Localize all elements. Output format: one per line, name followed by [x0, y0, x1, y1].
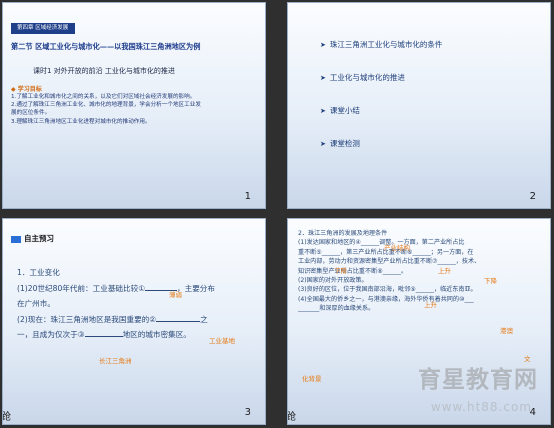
menu-item[interactable]: ➤ 课堂小结 [320, 105, 360, 116]
slide-4[interactable]: 2．珠江三角洲的发展及地理条件 (1)发达国家和地区的④______调整。一方面… [288, 219, 550, 424]
answer-text: 上升 [424, 301, 437, 309]
answer-text: 港澳 [500, 327, 513, 335]
text-span: (2)现在：珠江三角洲地区是我国重要的② [17, 314, 157, 324]
answer-text: 下降 [484, 277, 497, 285]
text-line: 重不断⑤______，第三产业所占比重不断⑥______；另一方面，在 [298, 248, 474, 256]
answer-text: 化背景 [302, 375, 322, 383]
site-watermark: 育星教育网 [418, 367, 538, 393]
text-span: ，主要分布 [177, 283, 215, 293]
text-line: (1)发达国家和地区的④______调整。一方面，第二产业所占比 [298, 239, 465, 247]
goal-item: 1.了解工业化和城市化之间的关系，以及它们对区域社会经济发展的影响。 [11, 94, 196, 100]
arrow-icon: ➤ [320, 41, 326, 49]
text-line: (2)现在：珠江三角洲地区是我国重要的② 之 [17, 312, 257, 328]
text-line: 1．工业变化 [17, 268, 60, 277]
slide-2[interactable]: ➤ 珠江三角洲工业化与城市化的条件 ➤ 工业化与城市化的推进 ➤ 课堂小结 ➤ 课堂检测… [288, 3, 550, 208]
fill-blank[interactable] [84, 336, 123, 337]
heading-marker-icon [11, 235, 21, 243]
text-span: 一，且成为仅次于③ [17, 330, 85, 339]
text-span: (1)20世纪80年代前：工业基础比较① [17, 283, 146, 293]
goals-list: 1.了解工业化和城市化之间的关系，以及它们对区域社会经济发展的影响。 2.通过了… [11, 93, 257, 126]
answer-text: 下降 [334, 267, 347, 275]
answer-text: 工业基地 [209, 337, 235, 345]
slide-number: 1 [244, 191, 251, 202]
text-line: (4)全国最大的侨乡之一，与港澳亲缘，海外华侨有着共同的⑩___ [298, 295, 474, 303]
slide-subtitle: 课时1 对外开放的前沿 工业化与城市化的推进 [33, 67, 175, 75]
site-watermark-url: www.ht88.com [430, 400, 532, 414]
goal-item: 展的区位条件。 [11, 110, 51, 117]
answer-text: 上升 [438, 267, 451, 275]
corner-glyph: 跄 [3, 412, 11, 423]
answer-text: 产业结构 [384, 244, 410, 252]
menu-item-label: 珠江三角洲工业化与城市化的条件 [329, 40, 443, 49]
slide-1[interactable]: 第四章 区域经济发展 第二节 区域工业化与城市化——以我国珠江三角洲地区为例 课… [3, 3, 265, 208]
answer-text: 薄弱 [169, 291, 182, 299]
text-line: _______和深厚的血缘关系。 [298, 305, 375, 313]
arrow-icon: ➤ [320, 107, 326, 115]
slide-3[interactable]: 自主预习 1．工业变化 (1)20世纪80年代前：工业基础比较① ，主要分布 在广… [3, 219, 265, 424]
slide-title: 第二节 区域工业化与城市化——以我国珠江三角洲地区为例 [11, 42, 201, 51]
section-heading-label: 自主预习 [24, 234, 54, 243]
slide-number: 4 [529, 407, 536, 418]
menu-item-label: 课堂检测 [329, 139, 360, 148]
corner-glyph: 跄 [288, 412, 296, 423]
arrow-icon: ➤ [320, 74, 326, 82]
menu-item[interactable]: ➤ 珠江三角洲工业化与城市化的条件 [320, 39, 442, 50]
text-line: (2)国家的对外开放政策。 [298, 277, 368, 285]
goal-item: 3.理解珠江三角洲地区工业化进程对城市化的推动作用。 [11, 118, 151, 125]
goal-item: 2.通过了解珠江三角洲工业化、城市化的地理背景，学会分析一个地区工业发 [11, 102, 201, 109]
text-line: (3)良好的区位，位于我国南部沿海，毗邻⑨______，临近东南亚。 [298, 286, 477, 294]
chapter-badge: 第四章 区域经济发展 [11, 23, 75, 34]
goals-heading: ◆ 学习目标 [11, 86, 42, 93]
slide-number: 2 [529, 191, 536, 202]
menu-item[interactable]: ➤ 工业化与城市化的推进 [320, 72, 405, 83]
slide-number: 3 [244, 407, 251, 418]
text-line: 在广州市。 [17, 299, 55, 308]
text-line: (1)20世纪80年代前：工业基础比较① ，主要分布 [17, 281, 257, 297]
text-span: 之 [200, 314, 208, 324]
fill-blank[interactable] [156, 320, 201, 322]
preview-content: 1．工业变化 (1)20世纪80年代前：工业基础比较① ，主要分布 在广州市。 (… [17, 265, 257, 343]
text-line: 2．珠江三角洲的发展及地理条件 [298, 230, 388, 237]
answer-text: 长江三角洲 [99, 357, 132, 365]
text-span: 地区的城市密集区。 [122, 330, 191, 339]
menu-item-label: 课堂小结 [329, 106, 360, 115]
section-heading: 自主预习 [11, 233, 54, 244]
menu-item-label: 工业化与城市化的推进 [329, 73, 405, 82]
arrow-icon: ➤ [320, 140, 326, 148]
menu-item[interactable]: ➤ 课堂检测 [320, 138, 360, 149]
